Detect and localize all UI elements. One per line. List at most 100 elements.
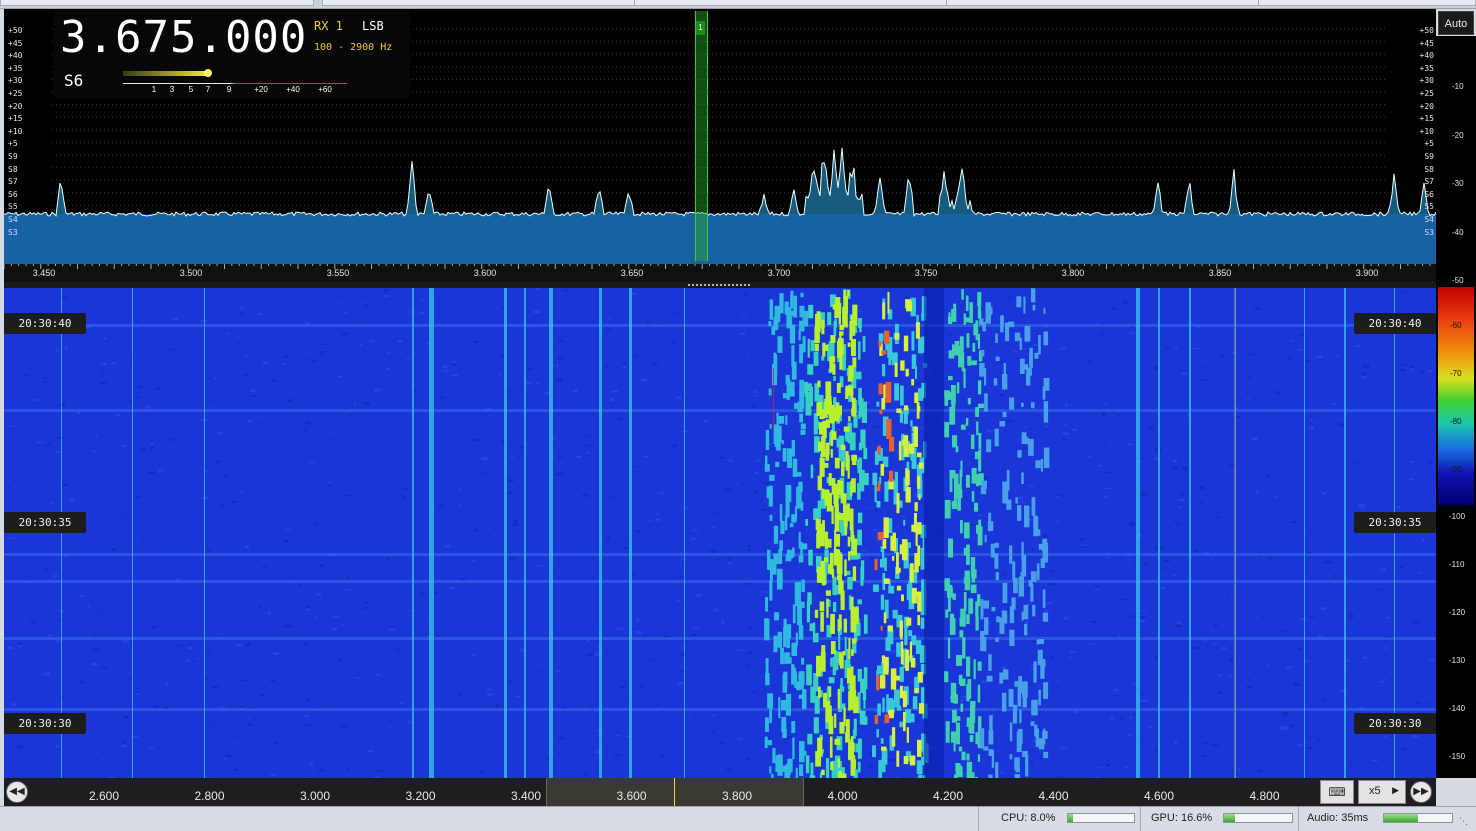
wf-activity: [769, 580, 772, 600]
wf-speckle: [1111, 415, 1114, 416]
wf-speckle: [875, 510, 878, 512]
wf-activity: [841, 493, 847, 503]
wf-speckle: [436, 635, 441, 636]
mode-label[interactable]: LSB: [362, 19, 384, 33]
resize-grip-icon[interactable]: ⋱: [1459, 817, 1468, 827]
wf-activity: [780, 648, 784, 665]
wf-speckle: [724, 302, 726, 303]
wf-speckle: [469, 293, 474, 294]
wf-speckle: [1306, 359, 1309, 362]
wf-speckle: [187, 660, 191, 662]
wf-speckle: [1217, 691, 1221, 694]
wf-speckle: [444, 545, 450, 548]
wf-activity: [797, 605, 802, 626]
side-db-label: -120: [1449, 608, 1465, 617]
wf-speckle: [387, 352, 391, 354]
wf-speckle: [1429, 370, 1433, 373]
wf-activity: [837, 575, 842, 580]
splitter-grip[interactable]: [688, 284, 752, 286]
forward-icon[interactable]: ▶▶: [1410, 781, 1432, 803]
wf-speckle: [101, 667, 108, 668]
wf-activity: [819, 422, 823, 434]
wf-speckle: [202, 496, 208, 499]
wf-band: [4, 409, 1436, 412]
waterfall-display[interactable]: [4, 288, 1436, 778]
keyboard-icon[interactable]: ⌨: [1320, 780, 1354, 804]
db-label: +45: [1420, 39, 1434, 48]
wf-activity: [885, 382, 891, 403]
wf-marker-line: [773, 368, 774, 428]
tab-segment[interactable]: [946, 0, 1260, 6]
wf-activity: [774, 612, 779, 620]
wf-speckle: [557, 455, 563, 457]
wf-activity: [777, 754, 782, 775]
wf-activity: [956, 655, 962, 666]
wf-activity: [900, 620, 903, 636]
wf-speckle: [1425, 696, 1428, 697]
wf-activity: [987, 676, 993, 682]
tab-segment[interactable]: [322, 0, 636, 6]
wf-signal-line: [549, 288, 553, 778]
wf-activity: [964, 592, 967, 611]
tab-segment[interactable]: [634, 0, 948, 6]
db-label: +10: [1420, 127, 1434, 136]
wf-speckle: [284, 540, 289, 543]
wf-activity: [786, 555, 792, 562]
rewind-icon[interactable]: ◀◀: [6, 781, 28, 803]
zoom-select[interactable]: x5 ▶: [1358, 780, 1406, 804]
wf-activity: [1017, 505, 1021, 521]
wf-speckle: [369, 340, 375, 342]
wf-activity: [840, 481, 843, 493]
wf-speckle: [676, 312, 679, 314]
wf-speckle: [1013, 351, 1017, 353]
wf-activity: [881, 747, 886, 751]
tab-segment[interactable]: [1258, 0, 1476, 6]
wf-activity: [765, 717, 769, 731]
wf-speckle: [474, 341, 479, 343]
wf-speckle: [100, 382, 106, 385]
wf-speckle: [537, 665, 540, 667]
wf-speckle: [1030, 761, 1033, 764]
wf-speckle: [719, 742, 726, 744]
wf-activity: [969, 302, 973, 323]
wf-speckle: [1100, 335, 1104, 336]
wf-activity: [884, 482, 888, 502]
timestamp-left: 20:30:40: [4, 313, 86, 334]
wf-speckle: [322, 343, 327, 344]
wf-activity: [838, 758, 840, 767]
wf-speckle: [306, 606, 310, 609]
wf-activity: [883, 657, 888, 675]
vfo-marker[interactable]: [695, 11, 708, 261]
wf-speckle: [154, 706, 160, 708]
wf-speckle: [240, 306, 244, 309]
frequency-display[interactable]: 3.675.000 RX 1 LSB 100 - 2900 Hz S6 1357…: [54, 11, 410, 99]
wf-speckle: [493, 529, 496, 530]
visible-range-selector[interactable]: [546, 778, 804, 806]
wf-speckle: [1212, 744, 1218, 746]
wf-speckle: [165, 683, 168, 686]
wf-speckle: [206, 652, 211, 653]
wf-activity: [900, 386, 904, 406]
wf-marker-line: [1234, 288, 1235, 778]
wf-speckle: [1198, 502, 1203, 503]
wf-activity: [827, 493, 832, 512]
wf-activity: [916, 322, 920, 339]
frequency-readout[interactable]: 3.675.000: [60, 11, 307, 65]
wf-speckle: [88, 605, 91, 607]
auto-button[interactable]: Auto: [1438, 11, 1474, 35]
wf-speckle: [1023, 348, 1026, 350]
wf-activity: [768, 321, 771, 326]
wf-speckle: [1176, 625, 1182, 627]
wf-activity: [904, 336, 908, 352]
wf-activity: [1015, 497, 1017, 503]
wf-activity: [853, 697, 858, 713]
vfo-tag[interactable]: 1: [696, 21, 705, 35]
db-label: S8: [1424, 165, 1434, 174]
db-label: +15: [8, 114, 22, 123]
wf-speckle: [507, 681, 512, 682]
wf-signal-line: [132, 288, 133, 778]
wf-activity: [796, 681, 801, 690]
tab-segment[interactable]: [0, 0, 314, 6]
wf-speckle: [274, 742, 279, 743]
wf-activity: [1015, 333, 1020, 342]
